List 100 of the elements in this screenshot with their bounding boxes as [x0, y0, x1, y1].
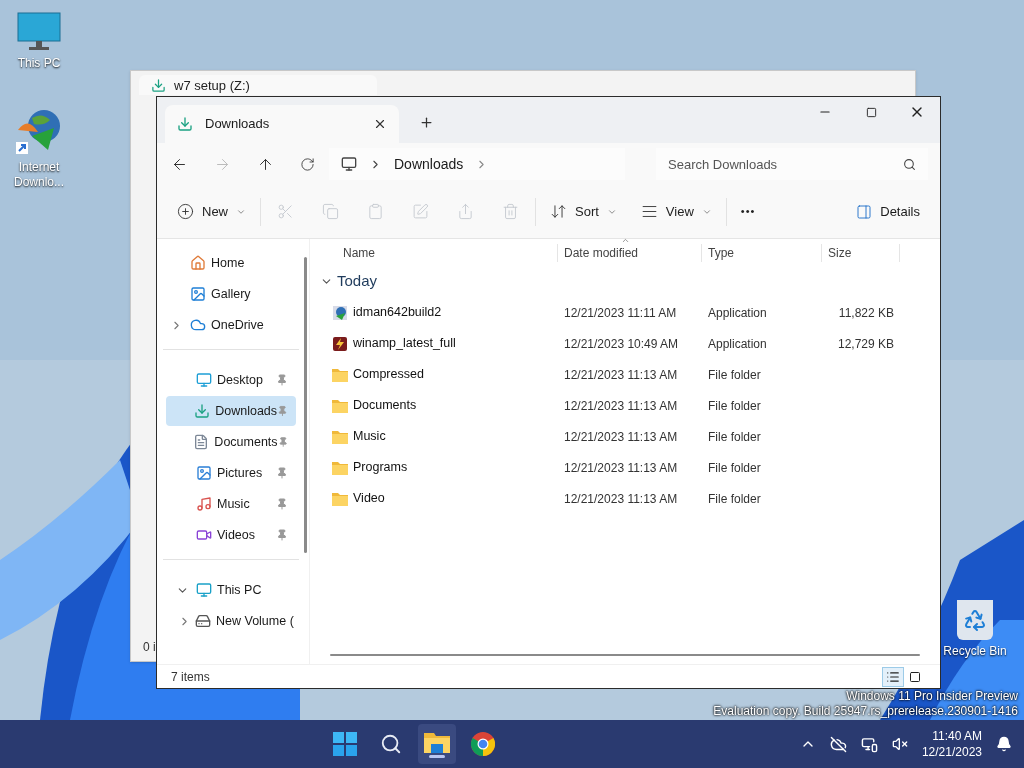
muted-speaker-icon[interactable]	[891, 736, 908, 752]
sidebar-item[interactable]: Pictures	[166, 458, 296, 488]
monitor-icon	[17, 12, 61, 52]
cloud-off-icon[interactable]	[829, 735, 847, 753]
sort-icon	[550, 203, 567, 220]
new-tab-icon[interactable]	[419, 115, 434, 130]
details-pane-icon	[856, 203, 873, 220]
folder-icon	[332, 460, 348, 475]
sidebar-item[interactable]: Gallery	[160, 279, 302, 309]
scissors-icon	[277, 203, 294, 220]
column-header[interactable]: Size	[822, 244, 900, 262]
monitor-icon	[341, 156, 357, 172]
toolbar-button[interactable]: Sort	[538, 194, 629, 229]
browser-icon	[470, 732, 495, 756]
date-cell-text: 12/21/2023 11:13 AM	[563, 490, 679, 508]
window-tab[interactable]: w7 setup (Z:)	[139, 75, 377, 95]
os-notice: Windows 11 Pro Insider Preview	[846, 689, 1018, 704]
column-header[interactable]: Type	[702, 244, 822, 262]
sidebar-item[interactable]: Videos	[166, 520, 296, 550]
home-icon	[190, 255, 206, 271]
desktop-shortcut[interactable]: Recycle Bin	[937, 600, 1013, 659]
file-row[interactable]: Music 12/21/2023 11:13 AM File folder	[310, 421, 940, 452]
date-cell-text: 12/21/2023 11:13 AM	[563, 428, 679, 446]
column-header[interactable]: Date modified	[558, 244, 702, 262]
trash-icon	[502, 203, 519, 220]
sort-indicator-icon	[621, 236, 630, 245]
bell-icon[interactable]	[996, 736, 1012, 752]
file-row[interactable]: Video 12/21/2023 11:13 AM File folder	[310, 483, 940, 514]
network-icon[interactable]	[860, 735, 878, 753]
lines-icon	[640, 203, 658, 220]
sidebar-item[interactable]: Music	[166, 489, 296, 519]
folder-icon	[332, 491, 348, 506]
item-count: 7 items	[171, 668, 210, 686]
type-cell-text: Application	[707, 335, 768, 353]
file-name: Music	[353, 428, 386, 446]
video-icon	[196, 527, 212, 543]
download-icon	[194, 403, 211, 419]
type-cell-text: File folder	[707, 397, 762, 415]
type-cell-text: File folder	[707, 490, 762, 508]
search-icon	[379, 733, 402, 755]
toolbar-button[interactable]: View	[628, 194, 724, 229]
windows-logo-icon	[332, 732, 357, 756]
details-button[interactable]: Details	[844, 194, 932, 229]
folder-icon	[423, 730, 450, 753]
toolbar-button[interactable]: New	[165, 194, 258, 229]
file-row[interactable]: winamp_latest_full 12/21/2023 10:49 AM Application 12,729 KB	[310, 328, 940, 359]
size-cell-text: 12,729 KB	[836, 335, 894, 353]
maximize-icon[interactable]	[865, 106, 877, 118]
square-icon[interactable]	[909, 670, 921, 683]
sidebar-item[interactable]: Home	[160, 248, 302, 278]
window-tab[interactable]: Downloads	[165, 105, 399, 143]
scrollbar[interactable]	[304, 257, 307, 553]
rename-icon	[412, 203, 429, 220]
sidebar-item[interactable]: Desktop	[166, 365, 296, 395]
sidebar-item[interactable]: New Volume (	[166, 606, 296, 636]
download-icon	[177, 116, 193, 132]
file-name: idman642build2	[353, 304, 442, 322]
sidebar-item[interactable]: OneDrive	[160, 310, 302, 340]
size-cell-text: 11,822 KB	[837, 304, 894, 322]
gallery-icon	[190, 286, 206, 302]
copy-icon	[322, 203, 339, 220]
more-button[interactable]: •••	[728, 194, 768, 229]
type-cell-text: Application	[707, 304, 768, 322]
file-name: Video	[353, 490, 385, 508]
clipboard-icon	[367, 203, 384, 220]
refresh-icon[interactable]	[300, 156, 315, 172]
folder-icon	[332, 429, 348, 444]
file-name: Documents	[353, 397, 417, 415]
music-icon	[196, 496, 212, 512]
date-cell-text: 12/21/2023 11:13 AM	[563, 397, 679, 415]
group-header[interactable]: Today	[310, 265, 940, 297]
file-row[interactable]: Programs 12/21/2023 11:13 AM File folder	[310, 452, 940, 483]
close-tab-icon[interactable]	[373, 117, 387, 131]
type-cell-text: File folder	[707, 459, 762, 477]
search-icon[interactable]	[903, 158, 916, 171]
column-header[interactable]: Name	[310, 244, 558, 262]
sidebar-item[interactable]: This PC	[166, 575, 296, 605]
date-cell-text: 12/21/2023 11:13 AM	[563, 366, 679, 384]
clock[interactable]: 11:40 AM 12/21/2023	[921, 728, 982, 760]
sidebar-item[interactable]: Documents	[166, 427, 296, 457]
breadcrumb-item[interactable]: Downloads	[394, 153, 464, 175]
file-row[interactable]: Documents 12/21/2023 11:13 AM File folder	[310, 390, 940, 421]
file-row[interactable]: idman642build2 12/21/2023 11:11 AM Application 11,822 KB	[310, 297, 940, 328]
desktop-icon	[196, 372, 212, 388]
scrollbar[interactable]	[330, 654, 920, 656]
cloud-icon	[190, 317, 206, 333]
sidebar-item[interactable]: Downloads	[166, 396, 296, 426]
globe-installer-icon	[332, 304, 348, 321]
date-cell-text: 12/21/2023 11:13 AM	[563, 459, 679, 477]
file-name: Programs	[353, 459, 408, 477]
monitor-icon	[196, 582, 212, 598]
file-name: winamp_latest_full	[353, 335, 456, 353]
file-name: Compressed	[353, 366, 424, 384]
taskbar-app[interactable]	[417, 724, 456, 764]
drive-icon	[195, 613, 211, 629]
plus-circle-icon	[177, 203, 194, 220]
download-icon	[151, 77, 166, 93]
share-icon	[457, 203, 474, 220]
item-count: 0 i	[143, 639, 156, 656]
file-row[interactable]: Compressed 12/21/2023 11:13 AM File folder	[310, 359, 940, 390]
